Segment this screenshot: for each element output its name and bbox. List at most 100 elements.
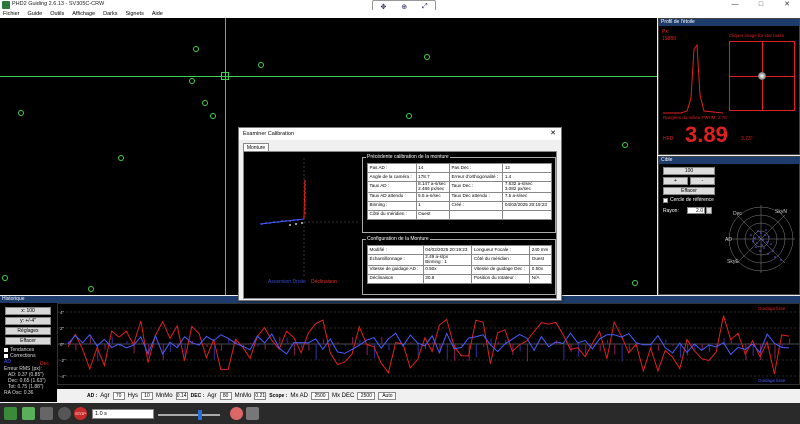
table-key-cell: Taux AD : — [367, 181, 417, 193]
camera-settings-icon[interactable] — [246, 407, 259, 420]
dec-params-label: DEC : — [190, 392, 205, 399]
star-marker[interactable] — [424, 54, 430, 60]
mx-ad-input[interactable]: 2500 — [311, 391, 330, 400]
correction-bar — [373, 344, 376, 359]
ad-hys-label: Hys — [127, 392, 138, 399]
app-icon — [2, 1, 10, 9]
star-marker[interactable] — [88, 286, 94, 292]
menu-affichage[interactable]: Affichage — [72, 10, 95, 18]
correction-bar — [483, 344, 485, 347]
table-value-cell — [502, 209, 552, 220]
minimize-button[interactable]: — — [722, 0, 748, 10]
table-key-cell: Échantillonnage : — [367, 254, 424, 266]
connect-icon[interactable] — [4, 407, 17, 420]
dec-agr-input[interactable]: 80 — [219, 391, 232, 400]
zoom-in-button[interactable]: + — [663, 177, 688, 185]
stop-icon[interactable]: STOP — [74, 407, 87, 420]
star-marker[interactable] — [258, 62, 264, 68]
gamma-slider-track[interactable] — [158, 414, 220, 416]
mx-dec-input[interactable]: 2500 — [357, 391, 376, 400]
menu-darks[interactable]: Darks — [103, 10, 117, 18]
y-tick: 2" — [60, 326, 65, 331]
radius-input[interactable]: 2.0 — [687, 207, 705, 214]
star-marker[interactable] — [406, 113, 412, 119]
correction-bar — [140, 342, 142, 344]
star-marker[interactable] — [18, 110, 24, 116]
exposure-select[interactable]: 1.0 s — [92, 409, 154, 419]
dialog-close-button[interactable]: ✕ — [548, 129, 558, 139]
history-settings-button[interactable]: Réglages — [5, 327, 51, 335]
x-scale-button[interactable]: x: 100 — [5, 307, 51, 315]
star-marker[interactable] — [189, 78, 195, 84]
dec-mnmo-input[interactable]: 0.21 — [254, 391, 267, 400]
brain-icon[interactable] — [230, 407, 243, 420]
correction-bar — [206, 344, 208, 347]
ad-agr-input[interactable]: 70 — [112, 391, 125, 400]
ad-hys-input[interactable]: 10 — [140, 391, 153, 400]
star-marker[interactable] — [202, 100, 208, 106]
trends-checkbox[interactable] — [4, 348, 8, 352]
correction-bar — [730, 339, 732, 344]
dec-mode-select[interactable]: Auto — [378, 391, 397, 400]
mount-config-title: Configuration de la Monture — [366, 236, 430, 242]
correction-bar — [628, 344, 630, 352]
auto-select-star-icon[interactable] — [40, 407, 53, 420]
hfd-label: HFD — [663, 136, 674, 142]
correction-bar — [250, 342, 252, 345]
guide-line-vertical — [225, 18, 226, 295]
correction-bar — [308, 344, 310, 351]
correction-bar — [585, 344, 587, 355]
gamma-slider-thumb[interactable] — [198, 410, 202, 420]
correction-bar — [606, 339, 609, 345]
mx-dec-label: Mx DEC — [332, 392, 355, 399]
radius-spinner[interactable] — [706, 207, 712, 214]
dec-mnmo-label: MnMo — [234, 392, 252, 399]
star-marker[interactable] — [193, 46, 199, 52]
star-marker[interactable] — [632, 280, 638, 286]
table-key-cell: Côté du méridien : — [367, 209, 417, 220]
table-row: Échantillonnage :2.49 a-s/px Binning : 1… — [367, 254, 552, 266]
history-clear-button[interactable]: Effacer — [5, 337, 51, 345]
table-value-cell: 8.147 a-s/sec 2.486 px/sec — [415, 181, 450, 193]
menu-signets[interactable]: Signets — [125, 10, 143, 18]
guide-graph[interactable]: 4" 2" 0" -2" -4" Guidage lisse Guidage l… — [57, 303, 800, 385]
ad-mnmo-input[interactable]: 0.14 — [175, 391, 188, 400]
star-marker[interactable] — [118, 155, 124, 161]
zoom-select[interactable]: 100 — [663, 167, 715, 175]
target-panel: Cible 100 + - Effacer Cercle de référenc… — [658, 156, 800, 295]
correction-bar — [577, 344, 579, 357]
correction-bar — [526, 344, 528, 362]
star-marker[interactable] — [210, 113, 216, 119]
menu-aide[interactable]: Aide — [152, 10, 163, 18]
correction-bar — [665, 339, 667, 345]
menu-outils[interactable]: Outils — [50, 10, 64, 18]
ref-circle-checkbox[interactable] — [663, 198, 668, 203]
menu-guide[interactable]: Guide — [28, 10, 43, 18]
correction-bar — [563, 344, 565, 361]
target-clear-button[interactable]: Effacer — [663, 187, 715, 195]
menu-fichier[interactable]: Fichier — [3, 10, 20, 18]
tab-monture[interactable]: Monture — [243, 143, 269, 151]
axis-skye-label: SkyE — [727, 259, 739, 265]
correction-bar — [264, 344, 266, 350]
correction-bar — [337, 342, 339, 345]
legend-ascension-droite: Ascension Droite — [268, 279, 306, 285]
correction-bar — [97, 344, 99, 362]
close-window-button[interactable]: ✕ — [774, 0, 800, 10]
maximize-button[interactable]: □ — [748, 0, 774, 10]
correction-bar — [657, 344, 660, 351]
star-marker[interactable] — [2, 275, 8, 281]
correction-bar — [497, 341, 499, 344]
guide-icon[interactable] — [58, 407, 71, 420]
correction-bar — [104, 344, 106, 350]
correction-bar — [738, 344, 740, 346]
corrections-checkbox[interactable] — [4, 354, 8, 358]
loop-icon[interactable] — [22, 407, 35, 420]
correction-bar — [330, 344, 332, 347]
guide-line-horizontal — [0, 76, 657, 77]
y-scale-button[interactable]: y: +/-4" — [5, 317, 51, 325]
menu-bar: Fichier Guide Outils Affichage Darks Sig… — [0, 10, 800, 18]
prev-calibration-table: Pas AD :14 Pas Dec :12 Angle de la caméra … — [367, 163, 552, 220]
zoom-out-button[interactable]: - — [690, 177, 715, 185]
star-marker[interactable] — [622, 142, 628, 148]
